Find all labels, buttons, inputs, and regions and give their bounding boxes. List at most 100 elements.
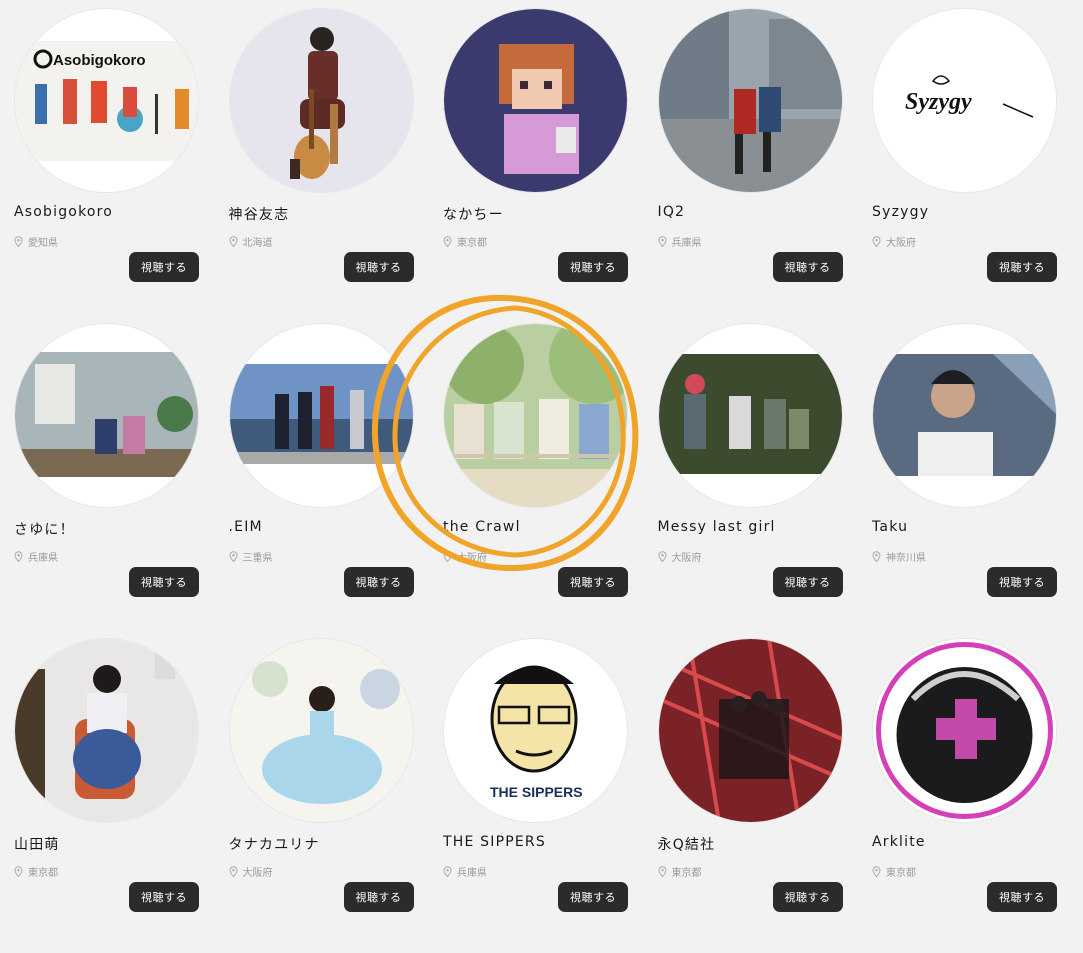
artist-photo[interactable] <box>872 323 1057 508</box>
artist-name[interactable]: IQ2 <box>658 204 686 220</box>
artist-card: Arklite 東京都 視聴する <box>872 638 1057 953</box>
location-pin-icon <box>872 551 881 562</box>
artist-location: 大阪府 <box>657 549 702 564</box>
location-pin-icon <box>228 551 238 562</box>
artist-name[interactable]: 神谷友志 <box>229 204 290 224</box>
artist-location: 北海道 <box>228 234 273 249</box>
location-label: 大阪府 <box>886 238 916 249</box>
artist-card: なかちー 東京都 視聴する <box>443 8 628 323</box>
location-label: 大阪府 <box>671 553 702 564</box>
location-label: 兵庫県 <box>457 868 487 879</box>
location-label: 兵庫県 <box>28 553 58 564</box>
listen-button[interactable]: 視聴する <box>772 567 843 597</box>
listen-button[interactable]: 視聴する <box>558 252 628 282</box>
artist-location: 神奈川県 <box>872 549 926 564</box>
location-label: 大阪府 <box>242 868 273 879</box>
artist-location: 東京都 <box>14 864 58 879</box>
artist-location: 三重県 <box>228 549 273 564</box>
artist-photo[interactable]: Syzygy <box>872 8 1057 193</box>
listen-button[interactable]: 視聴する <box>343 882 414 912</box>
listen-button[interactable]: 視聴する <box>772 882 843 912</box>
artist-name[interactable]: THE SIPPERS <box>443 834 546 850</box>
location-pin-icon <box>228 866 238 877</box>
artist-photo[interactable] <box>443 323 628 508</box>
artist-photo[interactable] <box>228 638 414 823</box>
location-pin-icon <box>443 866 452 877</box>
listen-button[interactable]: 視聴する <box>558 567 628 597</box>
location-label: 東京都 <box>886 868 916 879</box>
listen-button[interactable]: 視聴する <box>129 882 199 912</box>
artist-photo[interactable] <box>14 323 199 508</box>
artist-name[interactable]: Asobigokoro <box>14 204 113 220</box>
artist-location: 東京都 <box>872 864 916 879</box>
artist-name[interactable]: the Crawl <box>443 519 521 535</box>
artist-photo[interactable] <box>657 8 843 193</box>
location-label: 兵庫県 <box>671 238 702 249</box>
listen-button[interactable]: 視聴する <box>129 567 199 597</box>
artist-location: 大阪府 <box>443 549 487 564</box>
location-pin-icon <box>657 551 667 562</box>
artist-location: 愛知県 <box>14 234 58 249</box>
artist-photo[interactable] <box>14 638 199 823</box>
artist-card: さゆに！ 兵庫県 視聴する <box>14 323 199 638</box>
artist-photo[interactable]: Asobigokoro <box>14 8 199 193</box>
artist-name[interactable]: Syzygy <box>872 204 929 220</box>
artist-location: 兵庫県 <box>14 549 58 564</box>
location-pin-icon <box>14 236 23 247</box>
artist-location: 兵庫県 <box>443 864 487 879</box>
artist-name[interactable]: .EIM <box>229 519 263 535</box>
location-label: 大阪府 <box>457 553 487 564</box>
artist-card: Syzygy Syzygy 大阪府 視聴する <box>872 8 1057 323</box>
artist-photo[interactable] <box>657 323 843 508</box>
listen-button[interactable]: 視聴する <box>129 252 199 282</box>
artist-name[interactable]: さゆに！ <box>14 519 75 539</box>
artist-card: 永Q結社 東京都 視聴する <box>657 638 843 953</box>
listen-button[interactable]: 視聴する <box>558 882 628 912</box>
listen-button[interactable]: 視聴する <box>343 567 414 597</box>
artist-name[interactable]: 永Q結社 <box>658 834 716 854</box>
artist-photo[interactable]: THE SIPPERS <box>443 638 628 823</box>
artist-card: Asobigokoro Asobigokoro 愛知県 視聴する <box>14 8 199 323</box>
location-label: 三重県 <box>242 553 273 564</box>
logo-text: THE SIPPERS <box>490 784 583 800</box>
artist-name[interactable]: Taku <box>872 519 908 535</box>
artist-name[interactable]: Messy last girl <box>658 519 776 535</box>
artist-card: Taku 神奈川県 視聴する <box>872 323 1057 638</box>
artist-photo[interactable] <box>657 638 843 823</box>
artist-name[interactable]: なかちー <box>443 204 504 224</box>
artist-card: タナカユリナ 大阪府 視聴する <box>228 638 414 953</box>
artist-photo[interactable] <box>228 8 414 193</box>
listen-button[interactable]: 視聴する <box>987 882 1057 912</box>
listen-button[interactable]: 視聴する <box>987 567 1057 597</box>
artist-card: IQ2 兵庫県 視聴する <box>657 8 843 323</box>
artist-card: the Crawl 大阪府 視聴する <box>443 323 628 638</box>
location-pin-icon <box>443 236 452 247</box>
location-pin-icon <box>872 866 881 877</box>
artist-card: THE SIPPERS THE SIPPERS 兵庫県 視聴する <box>443 638 628 953</box>
location-pin-icon <box>228 236 238 247</box>
location-pin-icon <box>443 551 452 562</box>
artist-grid: Asobigokoro Asobigokoro 愛知県 視聴する 神谷友志 北海… <box>14 8 1057 953</box>
logo-text: Syzygy <box>905 89 972 115</box>
artist-card: .EIM 三重県 視聴する <box>228 323 414 638</box>
location-pin-icon <box>657 236 667 247</box>
artist-name[interactable]: Arklite <box>872 834 926 850</box>
location-label: 愛知県 <box>28 238 58 249</box>
artist-location: 大阪府 <box>872 234 916 249</box>
artist-name[interactable]: 山田萌 <box>14 834 60 854</box>
artist-location: 東京都 <box>657 864 702 879</box>
location-label: 東京都 <box>457 238 487 249</box>
artist-photo[interactable] <box>872 638 1057 823</box>
artist-location: 大阪府 <box>228 864 273 879</box>
artist-location: 東京都 <box>443 234 487 249</box>
artist-photo[interactable] <box>228 323 414 508</box>
location-pin-icon <box>657 866 667 877</box>
artist-photo[interactable] <box>443 8 628 193</box>
artist-name[interactable]: タナカユリナ <box>229 834 320 854</box>
listen-button[interactable]: 視聴する <box>987 252 1057 282</box>
listen-button[interactable]: 視聴する <box>343 252 414 282</box>
listen-button[interactable]: 視聴する <box>772 252 843 282</box>
location-label: 北海道 <box>242 238 273 249</box>
location-label: 神奈川県 <box>886 553 926 564</box>
logo-text: Asobigokoro <box>53 52 146 69</box>
